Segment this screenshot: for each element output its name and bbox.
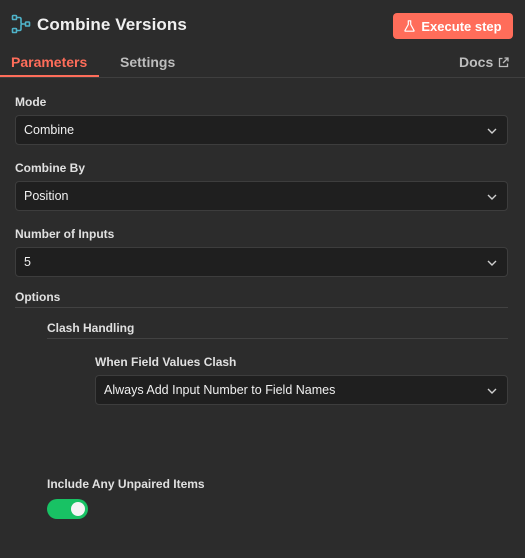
external-link-icon [499, 56, 509, 67]
execute-step-label: Execute step [421, 18, 502, 34]
chevron-down-icon [487, 128, 497, 134]
tab-bar: Parameters Settings Docs [0, 48, 525, 78]
tab-settings[interactable]: Settings [120, 54, 175, 70]
when-field-values-clash-select[interactable]: Always Add Input Number to Field Names [95, 375, 508, 405]
combine-by-value: Position [24, 189, 69, 203]
include-unpaired-toggle[interactable] [47, 499, 88, 519]
clash-handling-divider [47, 338, 508, 339]
number-of-inputs-value: 5 [24, 255, 31, 269]
number-of-inputs-label: Number of Inputs [15, 227, 115, 241]
include-unpaired-label: Include Any Unpaired Items [47, 477, 205, 491]
clash-handling-label: Clash Handling [47, 321, 135, 335]
node-title[interactable]: Combine Versions [37, 15, 187, 35]
chevron-down-icon [487, 388, 497, 394]
combine-by-select[interactable]: Position [15, 181, 508, 211]
docs-link[interactable]: Docs [459, 54, 509, 70]
mode-value: Combine [24, 123, 75, 137]
merge-node-icon [11, 14, 31, 34]
when-field-values-clash-value: Always Add Input Number to Field Names [104, 383, 336, 397]
flask-icon [404, 20, 416, 32]
mode-select[interactable]: Combine [15, 115, 508, 145]
number-of-inputs-select[interactable]: 5 [15, 247, 508, 277]
chevron-down-icon [487, 194, 497, 200]
options-divider [15, 307, 508, 308]
combine-by-label: Combine By [15, 161, 86, 175]
node-parameters-panel: Combine Versions Execute step Parameters… [0, 0, 525, 558]
active-tab-indicator [0, 75, 99, 77]
options-label: Options [15, 290, 61, 304]
execute-step-button[interactable]: Execute step [393, 13, 513, 39]
toggle-knob [71, 502, 85, 516]
panel-header: Combine Versions Execute step [0, 0, 525, 48]
mode-label: Mode [15, 95, 47, 109]
tab-parameters[interactable]: Parameters [11, 54, 87, 70]
docs-label: Docs [459, 54, 494, 70]
when-field-values-clash-label: When Field Values Clash [95, 355, 237, 369]
chevron-down-icon [487, 260, 497, 266]
